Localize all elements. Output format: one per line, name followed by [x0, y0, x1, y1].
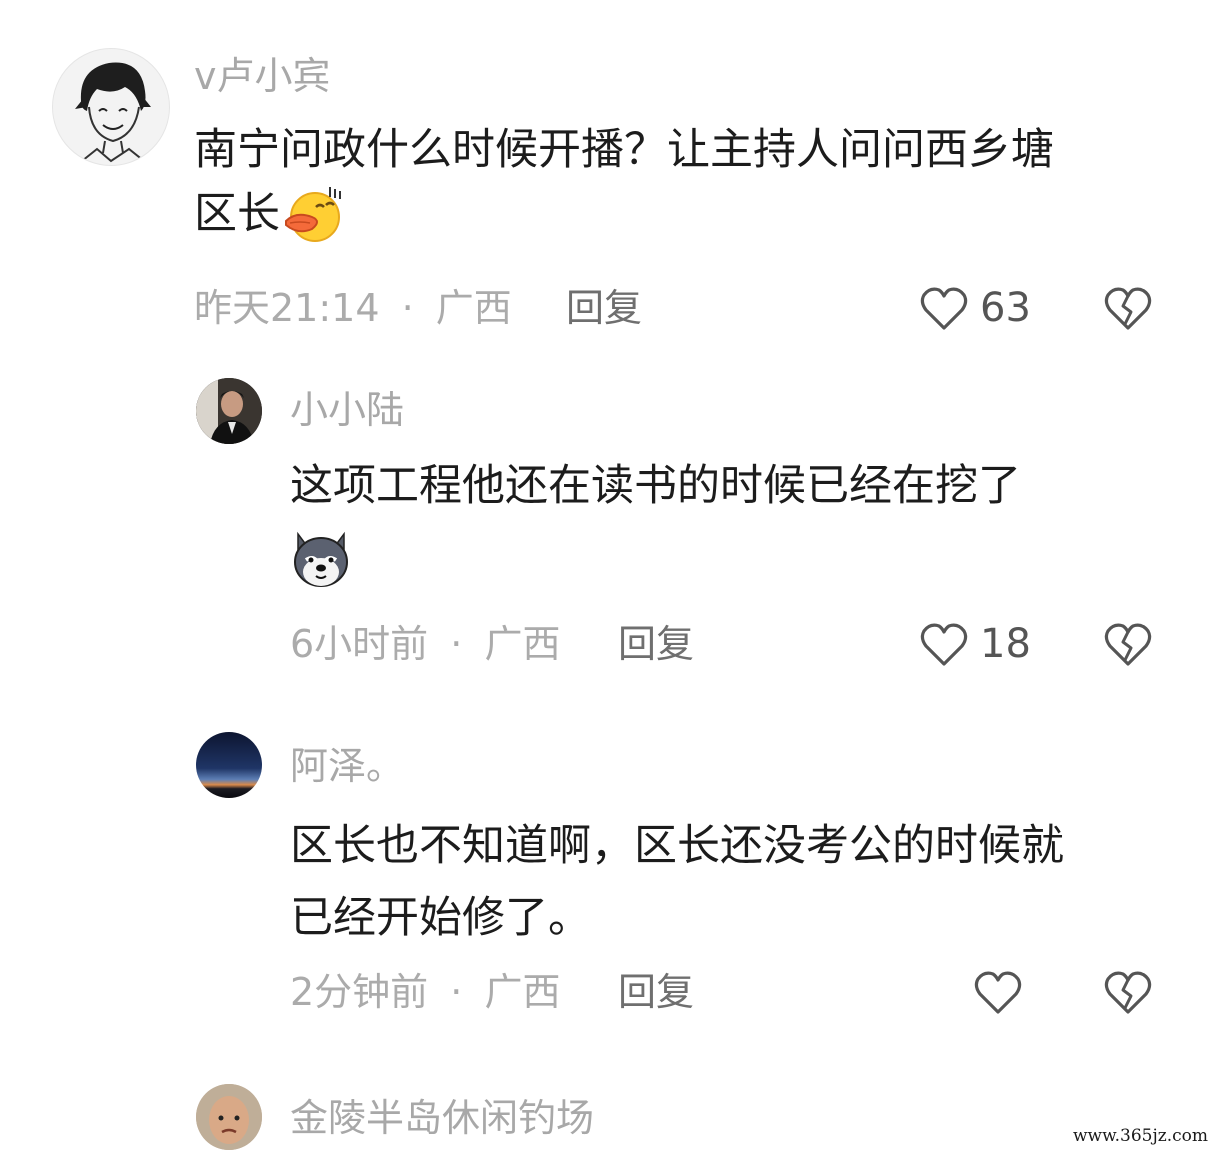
- duck-lips-emoji-icon: [282, 183, 344, 245]
- comment-text: 区长也不知道啊，区长还没考公的时候就 已经开始修了。: [290, 810, 1170, 954]
- timestamp: 2分钟前: [290, 970, 429, 1014]
- husky-dog-emoji-icon: [290, 530, 352, 592]
- comment-text: 南宁问政什么时候开播？让主持人问问西乡塘 区长: [194, 118, 1174, 246]
- heart-outline-icon: [918, 620, 970, 668]
- separator: ·: [450, 622, 463, 666]
- comment-text: 这项工程他还在读书的时候已经在挖了: [290, 454, 1170, 518]
- like-button[interactable]: 18: [918, 618, 1031, 670]
- dislike-button[interactable]: [1102, 620, 1154, 668]
- timestamp: 昨天21:14: [194, 286, 380, 330]
- reply-item: 金陵半岛休闲钓场: [0, 1050, 1216, 1152]
- broken-heart-icon: [1102, 623, 1154, 672]
- heart-outline-icon: [918, 284, 970, 332]
- username[interactable]: v卢小宾: [194, 52, 331, 100]
- watermark: www.365jz.com: [1073, 1126, 1208, 1146]
- reply-button[interactable]: 回复: [618, 620, 694, 668]
- heart-outline-icon: [972, 968, 1024, 1016]
- location: 广西: [484, 970, 561, 1014]
- broken-heart-icon: [1102, 287, 1154, 336]
- username[interactable]: 阿泽。: [290, 742, 404, 790]
- comment-meta: 6小时前 · 广西: [290, 620, 560, 668]
- comment-text-line: 已经开始修了。: [290, 893, 591, 943]
- comment-text-line: 区长也不知道啊，区长还没考公的时候就: [290, 821, 1064, 871]
- location: 广西: [484, 622, 561, 666]
- reply-item: 阿泽。 区长也不知道啊，区长还没考公的时候就 已经开始修了。 2分钟前 · 广西…: [0, 690, 1216, 1050]
- broken-heart-icon: [1102, 971, 1154, 1020]
- dislike-button[interactable]: [1102, 284, 1154, 332]
- photo-avatar: [196, 378, 262, 444]
- sketch-portrait-avatar: [75, 62, 151, 165]
- reply-button[interactable]: 回复: [566, 284, 642, 332]
- comment-text-line: 这项工程他还在读书的时候已经在挖了: [290, 461, 1021, 511]
- like-button[interactable]: [972, 966, 1034, 1018]
- like-button[interactable]: 63: [918, 282, 1031, 334]
- comment-item: v卢小宾 南宁问政什么时候开播？让主持人问问西乡塘 区长 昨天21:14 · 广…: [0, 0, 1216, 340]
- avatar[interactable]: [52, 48, 170, 166]
- comment-text-line: 区长: [194, 189, 280, 239]
- reply-item: 小小陆 这项工程他还在读书的时候已经在挖了 6小时前 · 广西 回复 18: [0, 340, 1216, 690]
- comment-meta: 2分钟前 · 广西: [290, 968, 560, 1016]
- timestamp: 6小时前: [290, 622, 429, 666]
- separator: ·: [450, 970, 463, 1014]
- avatar[interactable]: [196, 1084, 262, 1150]
- comment-text-line: 南宁问政什么时候开播？让主持人问问西乡塘: [194, 125, 1054, 175]
- child-photo-avatar: [196, 1084, 262, 1150]
- username[interactable]: 小小陆: [290, 386, 404, 434]
- avatar[interactable]: [196, 732, 262, 798]
- location: 广西: [435, 286, 512, 330]
- like-count: 18: [980, 621, 1031, 667]
- comment-meta: 昨天21:14 · 广西: [194, 284, 512, 332]
- like-count: 63: [980, 285, 1031, 331]
- night-sky-avatar: [196, 732, 262, 798]
- dislike-button[interactable]: [1102, 968, 1154, 1016]
- separator: ·: [401, 286, 414, 330]
- avatar[interactable]: [196, 378, 262, 444]
- reply-button[interactable]: 回复: [618, 968, 694, 1016]
- username[interactable]: 金陵半岛休闲钓场: [290, 1094, 594, 1142]
